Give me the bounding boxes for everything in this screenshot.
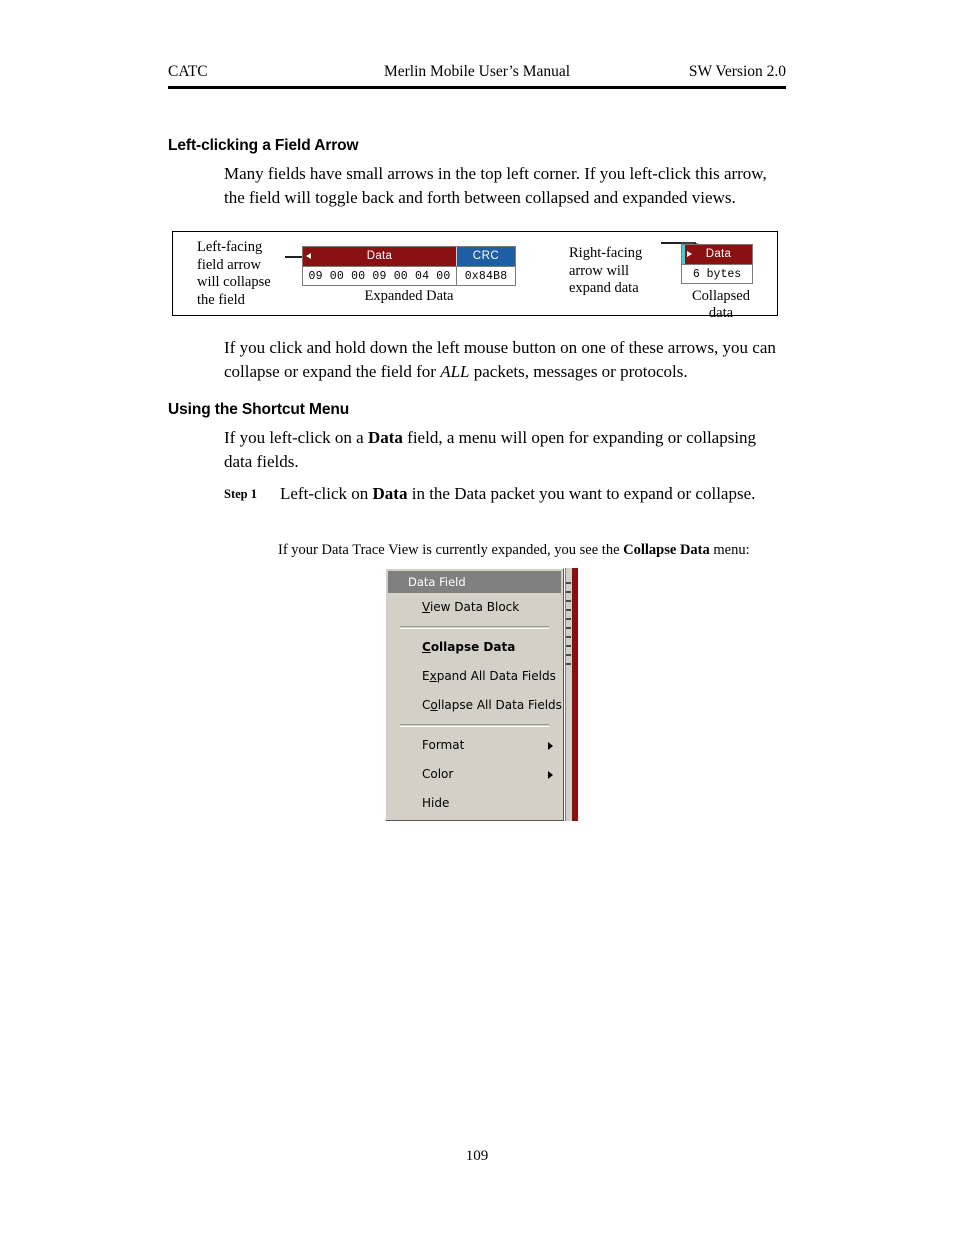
callout-left-line-2: field arrow — [197, 256, 262, 273]
expanded-crc-value-cell: 0x84B8 — [456, 266, 515, 285]
menu-item-expand-all-data-fields[interactable]: Expand All Data Fields — [386, 662, 563, 691]
background-data-field-strip — [572, 568, 578, 821]
header-center-text: Merlin Mobile User’s Manual — [383, 63, 571, 80]
step-1-text: Left-click on Data in the Data packet yo… — [280, 482, 786, 506]
expanded-data-header-label: Data — [366, 250, 393, 262]
menu-item-format-label: Format — [422, 738, 465, 752]
section-heading-left-clicking-a-field-arrow: Left-clicking a Field Arrow — [168, 137, 359, 154]
caption-collapsed-data: Collapsed data — [673, 288, 769, 322]
menu-item-collapse-all-accel: o — [430, 698, 438, 712]
data-field-context-menu[interactable]: Data Field View Data Block Collapse Data… — [385, 568, 564, 821]
callout-left-line-4: the field — [197, 291, 245, 308]
collapsed-data-header-cell[interactable]: Data — [682, 245, 752, 264]
paragraph-click-and-hold: If you click and hold down the left mous… — [224, 336, 786, 384]
callout-right-facing-arrow: Right-facing arrow will expand data — [569, 245, 642, 298]
menu-item-collapse-data-label: ollapse Data — [430, 640, 516, 654]
header-divider-rule — [168, 86, 786, 89]
submenu-chevron-right-icon — [548, 741, 553, 750]
step-1-block: Step 1 Left-click on Data in the Data pa… — [224, 482, 786, 506]
header-right-text: SW Version 2.0 — [688, 63, 786, 80]
expanded-data-bytes-cell: 09 00 00 09 00 04 00 — [303, 266, 456, 285]
expanded-crc-header-cell[interactable]: CRC — [456, 247, 515, 266]
menu-item-view-data-block[interactable]: View Data Block — [386, 593, 563, 622]
menu-item-collapse-all-data-fields[interactable]: Collapse All Data Fields — [386, 691, 563, 720]
submenu-chevron-right-icon — [548, 770, 553, 779]
paragraph-3-bold: Data — [367, 428, 403, 447]
menu-item-view-data-block-accel: V — [422, 600, 430, 614]
callout-left-line-3: will collapse — [197, 274, 271, 290]
step-1-text-bold: Data — [372, 484, 408, 503]
callout-left-line-1: Left-facing — [197, 239, 263, 255]
page-number: 109 — [465, 1148, 489, 1164]
menu-item-expand-all-prefix: E — [422, 669, 430, 683]
sub-note-part-2: menu: — [709, 542, 750, 558]
paragraph-3-part-1: If you left-click on a — [224, 428, 368, 447]
sub-note-bold: Collapse Data — [623, 542, 710, 558]
sub-note-collapse-data-menu: If your Data Trace View is currently exp… — [278, 540, 788, 560]
collapsed-data-widget[interactable]: Data 6 bytes — [681, 244, 753, 284]
menu-item-hide-label: Hide — [422, 796, 450, 810]
section-heading-using-the-shortcut-menu: Using the Shortcut Menu — [168, 401, 350, 418]
caption-expanded-data: Expanded Data — [364, 288, 454, 304]
collapsed-data-header-label: Data — [705, 248, 732, 260]
paragraph-shortcut-menu-intro: If you left-click on a Data field, a men… — [224, 426, 786, 474]
sub-note-part-1: If your Data Trace View is currently exp… — [278, 542, 624, 558]
menu-item-color[interactable]: Color — [386, 760, 563, 789]
menu-separator-2 — [400, 724, 549, 727]
step-1-text-part-1: Left-click on — [280, 484, 373, 503]
expand-field-arrow-icon[interactable] — [687, 251, 692, 257]
callout-right-line-2: arrow will — [569, 262, 629, 279]
menu-item-color-label: Color — [422, 767, 454, 781]
caption-collapsed-line-2: data — [708, 305, 734, 321]
menu-item-view-data-block-label: iew Data Block — [429, 600, 520, 614]
step-1-text-part-2: in the Data packet you want to expand or… — [407, 484, 756, 503]
collapse-field-arrow-icon[interactable] — [306, 253, 311, 259]
collapsed-data-size-cell: 6 bytes — [682, 264, 752, 283]
expanded-data-widget[interactable]: Data CRC 09 00 00 09 00 04 00 0x84B8 — [302, 246, 516, 286]
context-menu-screenshot: Data Field View Data Block Collapse Data… — [385, 568, 578, 821]
menu-item-format[interactable]: Format — [386, 731, 563, 760]
menu-item-collapse-data[interactable]: Collapse Data — [386, 633, 563, 662]
expanded-data-header-cell[interactable]: Data — [303, 247, 456, 266]
menu-item-collapse-all-label: llapse All Data Fields — [437, 698, 562, 712]
menu-item-expand-all-label: pand All Data Fields — [436, 669, 556, 683]
callout-right-line-1: Right-facing — [569, 245, 643, 261]
callout-right-line-3: expand data — [569, 280, 639, 296]
context-menu-title: Data Field — [388, 571, 561, 593]
paragraph-2-emphasis: ALL — [440, 362, 470, 381]
paragraph-field-arrows: Many fields have small arrows in the top… — [224, 164, 767, 207]
callout-left-facing-arrow: Left-facing field arrow will collapse th… — [197, 239, 271, 309]
menu-item-expand-all-accel: x — [429, 669, 437, 683]
header-left-text: CATC — [168, 63, 208, 80]
figure-field-arrow-diagram: Left-facing field arrow will collapse th… — [172, 231, 778, 321]
menu-item-hide[interactable]: Hide — [386, 789, 563, 818]
paragraph-2-part-2: packets, messages or protocols. — [469, 362, 688, 381]
caption-collapsed-line-1: Collapsed — [692, 288, 750, 304]
background-scrollbar-ticks — [566, 582, 571, 672]
menu-separator-1 — [400, 626, 549, 629]
menu-item-collapse-data-accel: C — [422, 640, 431, 654]
step-1-label: Step 1 — [224, 487, 257, 501]
